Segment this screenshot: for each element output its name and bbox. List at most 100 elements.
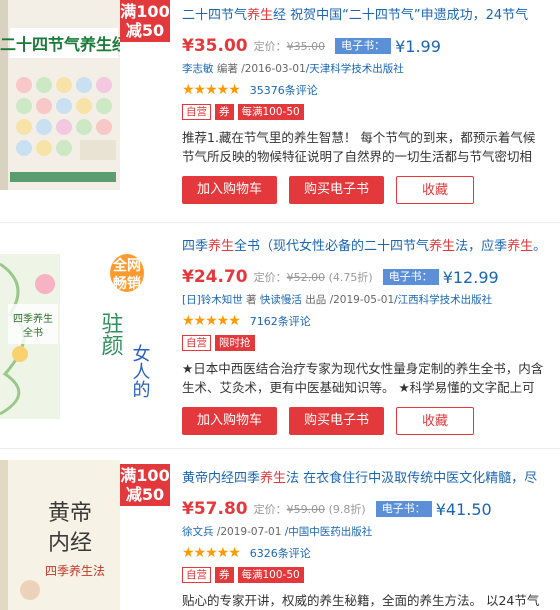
- svg-text:女人的: 女人的: [130, 344, 151, 399]
- book-cover-image[interactable]: 二十四节气养生经: [0, 0, 120, 190]
- product-info: 四季养生全书（现代女性必备的二十四节气养生法，应季养生。 ¥24.70 定价：¥…: [182, 238, 560, 435]
- title-highlight: 养生: [429, 239, 456, 254]
- rating-row: ★★★★★ 35376条评论: [182, 82, 560, 98]
- tag-self-operated: 自营: [182, 335, 211, 351]
- promo-line: 满100: [120, 466, 170, 485]
- original-price: 定价：¥52.00 (4.75折): [254, 269, 373, 285]
- product-item: 二十四节气养生经 满100 减50 二十四节气养生经 祝贺中国“二十四节气”申遗…: [0, 0, 560, 210]
- svg-text:内经: 内经: [48, 531, 92, 556]
- star-rating-icon: ★★★★★: [182, 313, 241, 329]
- tag-coupon: 券: [215, 567, 234, 583]
- svg-text:二十四节气养生经: 二十四节气养生经: [0, 35, 120, 54]
- author-link[interactable]: [日]铃木知世: [182, 294, 243, 306]
- publisher-link[interactable]: /天津科学技术出版社: [306, 63, 404, 75]
- tag-self-operated: 自营: [182, 567, 211, 583]
- author-role: 著: [242, 294, 260, 306]
- star-rating-icon: ★★★★★: [182, 545, 241, 561]
- add-to-cart-button[interactable]: 加入购物车: [182, 407, 277, 435]
- title-highlight: 养生: [247, 8, 274, 23]
- product-title-link[interactable]: 黄帝内经四季养生法 在衣食住行中汲取传统中医文化精髓，尽: [182, 470, 560, 488]
- title-highlight: 养生: [507, 239, 534, 254]
- svg-text:四季养生法: 四季养生法: [45, 563, 105, 578]
- author-link[interactable]: 李志敏: [182, 63, 214, 75]
- promo-line: 减50: [125, 485, 165, 504]
- favorite-button[interactable]: 收藏: [396, 176, 474, 204]
- ebook-badge[interactable]: 电子书：: [375, 501, 432, 517]
- promo-line: 减50: [125, 21, 165, 40]
- svg-text:四季养生: 四季养生: [13, 312, 53, 325]
- sale-price: ¥24.70: [182, 267, 248, 287]
- title-text: 全书（现代女性必备的二十四节气: [234, 239, 430, 254]
- original-price: 定价：¥59.00 (9.8折): [254, 501, 366, 517]
- divider: [0, 222, 560, 223]
- ebook-badge[interactable]: 电子书：: [382, 269, 439, 285]
- tag-list: 自营 限时抢: [182, 335, 560, 351]
- favorite-button[interactable]: 收藏: [396, 407, 474, 435]
- book-meta: [日]铃木知世 著 快读慢活 出品 /2019-05-01/江西科学技术出版社: [182, 293, 560, 307]
- author-link[interactable]: 徐文兵: [182, 526, 214, 538]
- ebook-price[interactable]: ¥1.99: [395, 37, 441, 56]
- tag-list: 自营 券 每满100-50: [182, 567, 560, 583]
- price-row: ¥57.80 定价：¥59.00 (9.8折) 电子书： ¥41.50: [182, 499, 560, 519]
- title-highlight: 养生: [208, 239, 235, 254]
- product-info: 二十四节气养生经 祝贺中国“二十四节气”申遗成功，24节气 ¥35.00 定价：…: [182, 7, 560, 204]
- review-count-link[interactable]: 6326条评论: [250, 545, 311, 561]
- producer-link[interactable]: 快读慢活: [260, 294, 302, 306]
- original-price-value: ¥52.00: [286, 271, 326, 284]
- tag-flash-sale: 限时抢: [215, 335, 255, 351]
- promo-line: 满100: [120, 2, 170, 21]
- buy-ebook-button[interactable]: 购买电子书: [289, 407, 384, 435]
- product-item: 黄帝 内经 四季养生法 满100 减50 黄帝内经四季养生法 在衣食住行中汲取传…: [0, 460, 560, 610]
- review-count-link[interactable]: 7162条评论: [250, 313, 311, 329]
- description-line: 生术、艾灸术，更有中医基础知识等。 ★科学易懂的文字配上可: [182, 380, 535, 395]
- description-line: 节气所反映的物候特征说明了自然界的一切生活都与节气密切相: [182, 149, 533, 164]
- buy-ebook-button[interactable]: 购买电子书: [289, 176, 384, 204]
- product-title-link[interactable]: 二十四节气养生经 祝贺中国“二十四节气”申遗成功，24节气: [182, 7, 560, 25]
- promo-badge: 满100 减50: [120, 0, 170, 42]
- producer-role: 出品: [301, 294, 330, 306]
- publisher-link[interactable]: /中国中医药出版社: [281, 526, 373, 538]
- product-item: 四季养生 全书 驻颜 女人的 全网 畅销 四季养生全书（现代女性必备的二十四节气…: [0, 230, 560, 435]
- svg-text:驻颜: 驻颜: [98, 312, 124, 356]
- review-count-link[interactable]: 35376条评论: [250, 82, 318, 98]
- publisher-link[interactable]: /江西科学技术出版社: [394, 294, 492, 306]
- title-text: 四季: [182, 239, 209, 254]
- tag-self-operated: 自营: [182, 104, 211, 120]
- title-text: 法 在衣食住行中汲取传统中医文化精髓，尽: [286, 471, 538, 486]
- book-meta: 徐文兵 /2019-07-01 /中国中医药出版社: [182, 525, 560, 539]
- rating-row: ★★★★★ 7162条评论: [182, 313, 560, 329]
- divider: [0, 448, 560, 449]
- original-price-value: ¥59.00: [286, 503, 326, 516]
- ebook-price[interactable]: ¥41.50: [436, 500, 492, 519]
- description-line: 贴心的专家开讲，权威的养生秘籍，全面的养生方法。 以24节气: [182, 593, 540, 608]
- original-price-label: 定价：: [253, 40, 287, 53]
- sale-price: ¥35.00: [182, 36, 248, 56]
- tag-coupon: 券: [215, 104, 234, 120]
- title-text: 二十四节气: [182, 8, 248, 23]
- author-role: 编著: [213, 63, 242, 75]
- badge-line: 全网: [113, 258, 141, 274]
- product-title-link[interactable]: 四季养生全书（现代女性必备的二十四节气养生法，应季养生。: [182, 238, 560, 256]
- add-to-cart-button[interactable]: 加入购物车: [182, 176, 277, 204]
- product-description: 贴心的专家开讲，权威的养生秘籍，全面的养生方法。 以24节气: [182, 591, 560, 610]
- discount-rate: (4.75折): [325, 271, 373, 284]
- book-cover-image[interactable]: 黄帝 内经 四季养生法: [0, 460, 120, 610]
- original-price-value: ¥35.00: [286, 40, 326, 53]
- original-price: 定价：¥35.00: [254, 38, 326, 54]
- product-info: 黄帝内经四季养生法 在衣食住行中汲取传统中医文化精髓，尽 ¥57.80 定价：¥…: [182, 470, 560, 610]
- badge-line: 畅销: [113, 276, 141, 292]
- title-highlight: 养生: [260, 471, 287, 486]
- title-text: 经 祝贺中国“二十四节气”申遗成功，24节气: [273, 8, 529, 23]
- ebook-badge[interactable]: 电子书：: [335, 38, 392, 54]
- bestseller-badge: 全网 畅销: [108, 252, 146, 294]
- discount-rate: (9.8折): [325, 503, 366, 516]
- description-line: ★日本中西医结合治疗专家为现代女性量身定制的养生全书，内含: [182, 361, 544, 376]
- publish-date: /2019-05-01: [329, 294, 395, 306]
- title-text: 。: [533, 239, 547, 254]
- promo-badge: 满100 减50: [120, 464, 170, 506]
- title-text: 黄帝内经四季: [182, 471, 261, 486]
- price-row: ¥35.00 定价：¥35.00 电子书： ¥1.99: [182, 36, 560, 56]
- svg-text:黄帝: 黄帝: [48, 501, 92, 526]
- tag-discount: 每满100-50: [237, 567, 304, 583]
- ebook-price[interactable]: ¥12.99: [443, 268, 499, 287]
